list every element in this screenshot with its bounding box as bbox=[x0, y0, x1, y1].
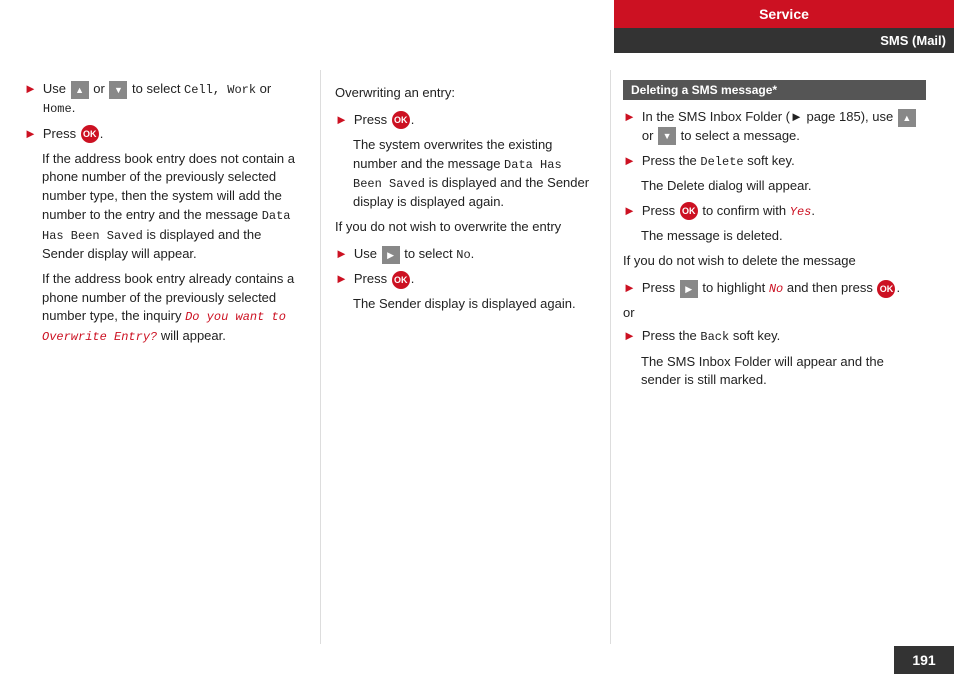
no-italic: No bbox=[769, 282, 783, 296]
left-bullet-2: ► Press OK. bbox=[24, 125, 302, 144]
right-bullet-4: ► Press ▶ to highlight No and then press… bbox=[623, 279, 926, 298]
right-bullet-5-content: Press the Back soft key. bbox=[642, 327, 926, 346]
nav-down-icon-right: ▼ bbox=[658, 127, 676, 145]
right-sub-5: The SMS Inbox Folder will appear and the… bbox=[641, 353, 926, 391]
bullet-arrow-right-2: ► bbox=[623, 153, 636, 168]
data-saved-code-1: Data Has Been Saved bbox=[42, 209, 291, 242]
nav-down-icon-1: ▼ bbox=[109, 81, 127, 99]
service-header: Service bbox=[614, 0, 954, 28]
page-number: 191 bbox=[894, 646, 954, 674]
if-not-overwrite: If you do not wish to overwrite the entr… bbox=[335, 218, 596, 237]
mid-bullet-1-content: Press OK. bbox=[354, 111, 596, 130]
nav-right-icon-right: ▶ bbox=[680, 280, 698, 298]
right-bullet-1: ► In the SMS Inbox Folder (► page 185), … bbox=[623, 108, 926, 146]
ok-button-icon-right-1: OK bbox=[680, 202, 698, 220]
right-bullet-3-content: Press OK to confirm with Yes. bbox=[642, 202, 926, 221]
right-bullet-1-content: In the SMS Inbox Folder (► page 185), us… bbox=[642, 108, 926, 146]
bullet-arrow-mid-2: ► bbox=[335, 246, 348, 261]
right-sub-3: The message is deleted. bbox=[641, 227, 926, 246]
right-bullet-4-content: Press ▶ to highlight No and then press O… bbox=[642, 279, 926, 298]
mid-bullet-3: ► Press OK. bbox=[335, 270, 596, 289]
bullet-arrow-1: ► bbox=[24, 81, 37, 96]
bullet-arrow-right-4: ► bbox=[623, 280, 636, 295]
left-bullet-1: ► Use ▲ or ▼ to select Cell, Work or Hom… bbox=[24, 80, 302, 119]
left-para-1: If the address book entry does not conta… bbox=[42, 150, 302, 264]
delete-section-header: Deleting a SMS message* bbox=[623, 80, 926, 100]
right-bullet-5: ► Press the Back soft key. bbox=[623, 327, 926, 346]
mid-bullet-2: ► Use ▶ to select No. bbox=[335, 245, 596, 264]
bullet-arrow-mid-1: ► bbox=[335, 112, 348, 127]
overwrite-inquiry: Do you want to Overwrite Entry? bbox=[42, 310, 286, 343]
left-para-2: If the address book entry already contai… bbox=[42, 270, 302, 346]
ok-button-icon-right-2: OK bbox=[877, 280, 895, 298]
mid-bullet-1: ► Press OK. bbox=[335, 111, 596, 130]
bullet-arrow-right-5: ► bbox=[623, 328, 636, 343]
right-bullet-3: ► Press OK to confirm with Yes. bbox=[623, 202, 926, 221]
yes-italic: Yes bbox=[790, 205, 812, 219]
cell-work-code: Cell, Work bbox=[184, 83, 256, 97]
ok-button-icon-1: OK bbox=[81, 125, 99, 143]
nav-right-icon-mid: ▶ bbox=[382, 246, 400, 264]
data-saved-code-mid: Data Has Been Saved bbox=[353, 158, 562, 191]
ok-button-icon-mid-1: OK bbox=[392, 111, 410, 129]
mid-sub-3: The Sender display is displayed again. bbox=[353, 295, 596, 314]
mid-bullet-2-content: Use ▶ to select No. bbox=[354, 245, 596, 264]
right-sub-2: The Delete dialog will appear. bbox=[641, 177, 926, 196]
overwrite-heading: Overwriting an entry: bbox=[335, 84, 596, 103]
delete-code: Delete bbox=[700, 155, 743, 169]
no-code-mid: No bbox=[456, 248, 470, 262]
bullet-arrow-2: ► bbox=[24, 126, 37, 141]
home-code: Home bbox=[43, 102, 72, 116]
right-bullet-2-content: Press the Delete soft key. bbox=[642, 152, 926, 171]
bullet-arrow-mid-3: ► bbox=[335, 271, 348, 286]
mid-bullet-3-content: Press OK. bbox=[354, 270, 596, 289]
middle-column: Overwriting an entry: ► Press OK. The sy… bbox=[320, 70, 610, 644]
left-column: ► Use ▲ or ▼ to select Cell, Work or Hom… bbox=[0, 70, 320, 644]
bullet-arrow-right-3: ► bbox=[623, 203, 636, 218]
or-divider: or bbox=[623, 304, 926, 323]
nav-up-icon-1: ▲ bbox=[71, 81, 89, 99]
bullet-arrow-right-1: ► bbox=[623, 109, 636, 124]
right-column: Deleting a SMS message* ► In the SMS Inb… bbox=[610, 70, 940, 644]
right-bullet-2: ► Press the Delete soft key. bbox=[623, 152, 926, 171]
ok-button-icon-mid-2: OK bbox=[392, 271, 410, 289]
mid-sub-1: The system overwrites the existing numbe… bbox=[353, 136, 596, 212]
nav-up-icon-right: ▲ bbox=[898, 109, 916, 127]
sms-header: SMS (Mail) bbox=[614, 28, 954, 53]
back-code: Back bbox=[700, 330, 729, 344]
if-not-delete: If you do not wish to delete the message bbox=[623, 252, 926, 271]
left-bullet-2-content: Press OK. bbox=[43, 125, 302, 144]
left-bullet-1-content: Use ▲ or ▼ to select Cell, Work or Home. bbox=[43, 80, 302, 119]
